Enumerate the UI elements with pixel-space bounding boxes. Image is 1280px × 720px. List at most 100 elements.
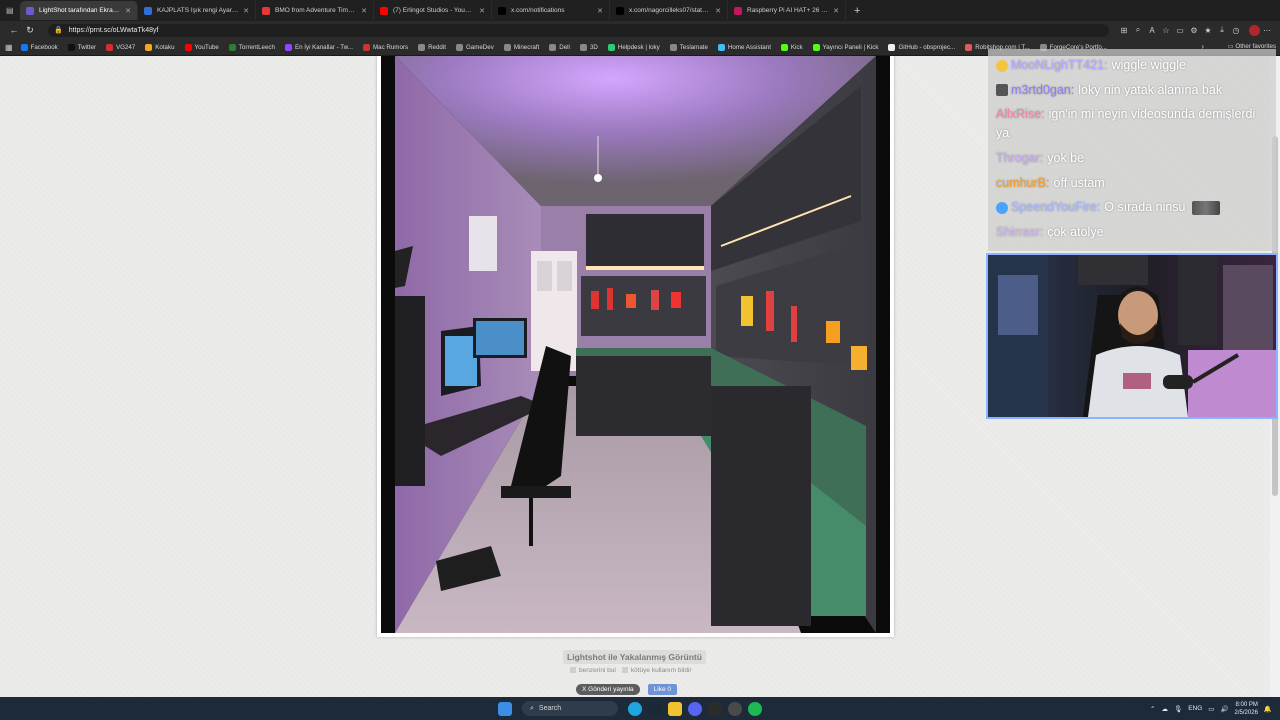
browser-tab[interactable]: Raspberry Pi AI HAT+ 26 Tops | SA ✕ xyxy=(728,1,846,20)
bookmark-item[interactable]: Twitter xyxy=(67,43,96,51)
bookmark-item[interactable]: GitHub - obsprojec... xyxy=(888,43,955,51)
tab-actions-menu[interactable]: ▤ xyxy=(0,1,20,20)
extensions-icon[interactable]: ⚙ xyxy=(1187,26,1201,35)
cloud-icon[interactable]: ☁ xyxy=(1161,705,1168,713)
chat-message: Throgar: yok be xyxy=(996,146,1268,171)
browser-tab[interactable]: LightShot tarafından Ekran Görünt ✕ xyxy=(20,1,138,20)
tab-close-icon[interactable]: ✕ xyxy=(715,7,721,15)
bookmark-label: Dell xyxy=(559,43,570,51)
webcam-feed xyxy=(988,255,1276,417)
clock[interactable]: 8:00 PM 2/5/2026 xyxy=(1235,701,1258,717)
bookmark-favicon-icon xyxy=(67,43,75,51)
tab-close-icon[interactable]: ✕ xyxy=(833,7,839,15)
zoom-icon[interactable]: ⌕ xyxy=(1131,25,1145,35)
find-similar-link[interactable]: benzerini bul xyxy=(570,667,616,674)
bookmark-item[interactable]: GameDev xyxy=(455,43,494,51)
discord-icon[interactable] xyxy=(688,701,702,716)
bookmark-item[interactable]: Kotaku xyxy=(145,43,175,51)
bookmarks-folder-icon[interactable]: ▦ xyxy=(5,43,13,52)
read-aloud-icon[interactable]: A xyxy=(1145,26,1159,35)
edge-icon[interactable] xyxy=(628,701,642,716)
profile-avatar[interactable] xyxy=(1249,24,1260,36)
bookmark-item[interactable]: En İyi Kanallar - Tw... xyxy=(284,43,353,51)
tab-close-icon[interactable]: ✕ xyxy=(243,7,249,15)
share-buttons: X Gönderi yayınla Like 0 xyxy=(576,684,678,695)
bookmark-favicon-icon xyxy=(717,43,725,51)
tab-title: x.com/notifications xyxy=(511,7,565,14)
bookmarks-list: Facebook Twitter VG247 Kotaku YouTube Torrent… xyxy=(20,43,1117,51)
back-button[interactable]: ← xyxy=(6,25,22,35)
bookmark-item[interactable]: Teslamate xyxy=(669,43,708,51)
app-icon[interactable] xyxy=(708,701,722,716)
tab-close-icon[interactable]: ✕ xyxy=(125,7,131,15)
bookmark-favicon-icon xyxy=(184,43,192,51)
browser-tab[interactable]: KAJPLATS Işık rengi Ayarlanabilir ✕ xyxy=(138,1,256,20)
obs-icon[interactable] xyxy=(728,701,742,716)
bookmark-favicon-icon xyxy=(145,43,153,51)
tray-overflow-icon[interactable]: ⌃ xyxy=(1150,705,1155,713)
taskbar-apps: ⌕ Search xyxy=(498,697,762,720)
report-abuse-link[interactable]: kötüye kullanım bildir xyxy=(621,667,692,674)
browser-tab[interactable]: x.com/nagorcilleks07/status/2019 ✕ xyxy=(610,1,728,20)
chat-message: MooNLighTT421: wiggle wiggle xyxy=(996,53,1268,78)
bookmark-label: TorrentLeech xyxy=(238,43,275,51)
browser-tab[interactable]: x.com/notifications ✕ xyxy=(492,1,610,20)
tab-favicon-icon xyxy=(380,6,388,15)
new-tab-button[interactable]: + xyxy=(846,5,868,17)
start-button-icon[interactable] xyxy=(498,701,512,716)
tab-favicon-icon xyxy=(734,6,742,15)
bookmark-item[interactable]: VG247 xyxy=(105,43,135,51)
share-on-x-button[interactable]: X Gönderi yayınla xyxy=(576,684,640,695)
chat-badge-icon xyxy=(996,84,1008,97)
bookmark-item[interactable]: Kick xyxy=(780,43,803,51)
chat-text: O sırada ninsu xyxy=(1104,200,1186,214)
bookmark-item[interactable]: Reddit xyxy=(418,43,446,51)
bookmark-favicon-icon xyxy=(455,43,463,51)
bookmark-item[interactable]: Yayıncı Paneli | Kick xyxy=(812,43,878,51)
downloads-icon[interactable]: ⤓ xyxy=(1215,25,1229,35)
history-icon[interactable]: ◷ xyxy=(1229,26,1243,35)
image-caption: Lightshot ile Yakalanmış Görüntü xyxy=(563,650,706,664)
report-abuse-label: kötüye kullanım bildir xyxy=(630,667,692,674)
url-text: https://prnt.sc/oLWwtaTk48yf xyxy=(68,26,159,34)
taskbar-search[interactable]: ⌕ Search xyxy=(522,701,618,716)
split-screen-icon[interactable]: ▭ xyxy=(1173,26,1187,35)
find-similar-label: benzerini bul xyxy=(579,667,616,674)
tab-favicon-icon xyxy=(26,6,34,15)
lock-icon: 🔒 xyxy=(54,27,63,34)
reload-button[interactable]: ↻ xyxy=(22,25,38,36)
bookmark-favicon-icon xyxy=(812,43,820,51)
bookmark-item[interactable]: Minecraft xyxy=(503,43,539,51)
favorite-star-icon[interactable]: ☆ xyxy=(1159,26,1173,35)
steam-icon[interactable] xyxy=(648,701,662,716)
file-explorer-icon[interactable] xyxy=(668,701,682,716)
volume-icon[interactable]: 🔊 xyxy=(1220,705,1228,713)
tab-close-icon[interactable]: ✕ xyxy=(479,7,485,15)
tab-actions-icon: ▤ xyxy=(6,6,14,15)
bookmark-item[interactable]: Facebook xyxy=(20,43,58,51)
tab-close-icon[interactable]: ✕ xyxy=(361,7,367,15)
bookmark-item[interactable]: YouTube xyxy=(184,43,219,51)
tab-close-icon[interactable]: ✕ xyxy=(597,7,603,15)
menu-icon[interactable]: ⋯ xyxy=(1260,26,1274,35)
favorites-icon[interactable]: ★ xyxy=(1201,26,1215,35)
bookmark-label: Twitter xyxy=(77,43,96,51)
bookmark-item[interactable]: Dell xyxy=(549,43,570,51)
network-icon[interactable]: ▭ xyxy=(1208,705,1214,713)
screenshot-image[interactable] xyxy=(381,56,890,633)
bookmark-item[interactable]: Mac Rumors xyxy=(362,43,408,51)
bookmark-item[interactable]: 3D xyxy=(579,43,598,51)
mic-icon[interactable]: 🎙 xyxy=(1174,705,1182,713)
bookmark-item[interactable]: TorrentLeech xyxy=(228,43,275,51)
browser-tab[interactable]: BMO from Adventure Time - Locu ✕ xyxy=(256,1,374,20)
browser-tab[interactable]: (7) Erlingot Studios - YouTube ✕ xyxy=(374,1,492,20)
spotify-icon[interactable] xyxy=(748,701,762,716)
facebook-like-button[interactable]: Like 0 xyxy=(647,684,678,695)
bookmark-item[interactable]: Helpdesk | loky xyxy=(607,43,660,51)
language-indicator[interactable]: ENG xyxy=(1188,705,1202,712)
notification-icon[interactable]: 🔔 xyxy=(1264,705,1272,713)
bookmark-item[interactable]: Home Assistant xyxy=(717,43,771,51)
tab-favicon-icon xyxy=(144,6,152,15)
url-field[interactable]: 🔒 https://prnt.sc/oLWwtaTk48yf xyxy=(48,23,1109,37)
apps-icon[interactable]: ⊞ xyxy=(1117,26,1131,35)
